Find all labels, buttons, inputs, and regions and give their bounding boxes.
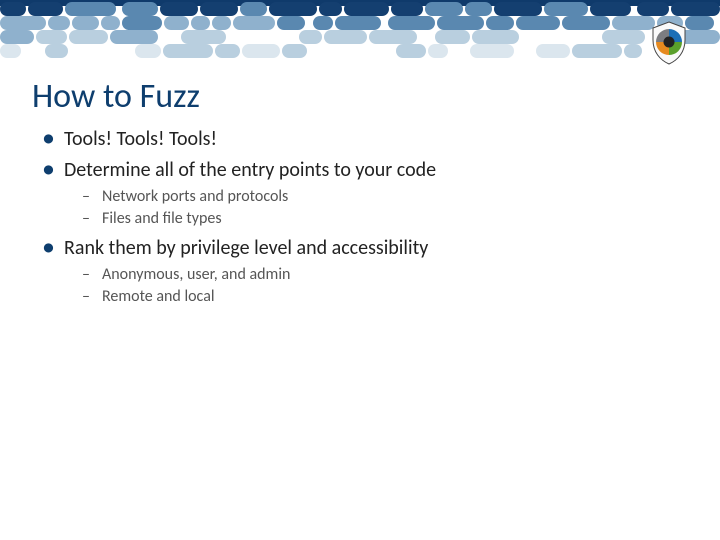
deco-chip [572,44,622,58]
sub-bullet-item: Remote and local [82,286,684,308]
bullet-item: Tools! Tools! Tools! [36,126,684,153]
deco-chip [45,44,68,58]
logo-center [664,37,675,48]
deco-chip [0,44,21,58]
shield-logo-icon [646,20,692,66]
sub-bullet-item: Files and file types [82,208,684,230]
deco-chip [428,44,448,58]
bullet-item: Determine all of the entry points to you… [36,157,684,229]
deco-chip [135,44,161,58]
bullet-item: Rank them by privilege level and accessi… [36,235,684,307]
bullet-text: Rank them by privilege level and accessi… [64,236,428,260]
bullet-text: Tools! Tools! Tools! [64,127,217,151]
deco-row-4 [0,42,720,60]
header-decoration [0,0,720,70]
deco-chip [536,44,570,58]
bullet-text: Determine all of the entry points to you… [64,158,436,182]
slide-content: Tools! Tools! Tools! Determine all of th… [36,126,684,313]
deco-chip [624,44,642,58]
sub-bullet-item: Anonymous, user, and admin [82,264,684,286]
deco-chip [396,44,426,58]
sub-bullet-item: Network ports and protocols [82,186,684,208]
deco-chip [282,44,307,58]
deco-chip [163,44,213,58]
deco-chip [470,44,514,58]
slide-title: How to Fuzz [32,76,200,117]
deco-chip [242,44,280,58]
deco-chip [215,44,240,58]
